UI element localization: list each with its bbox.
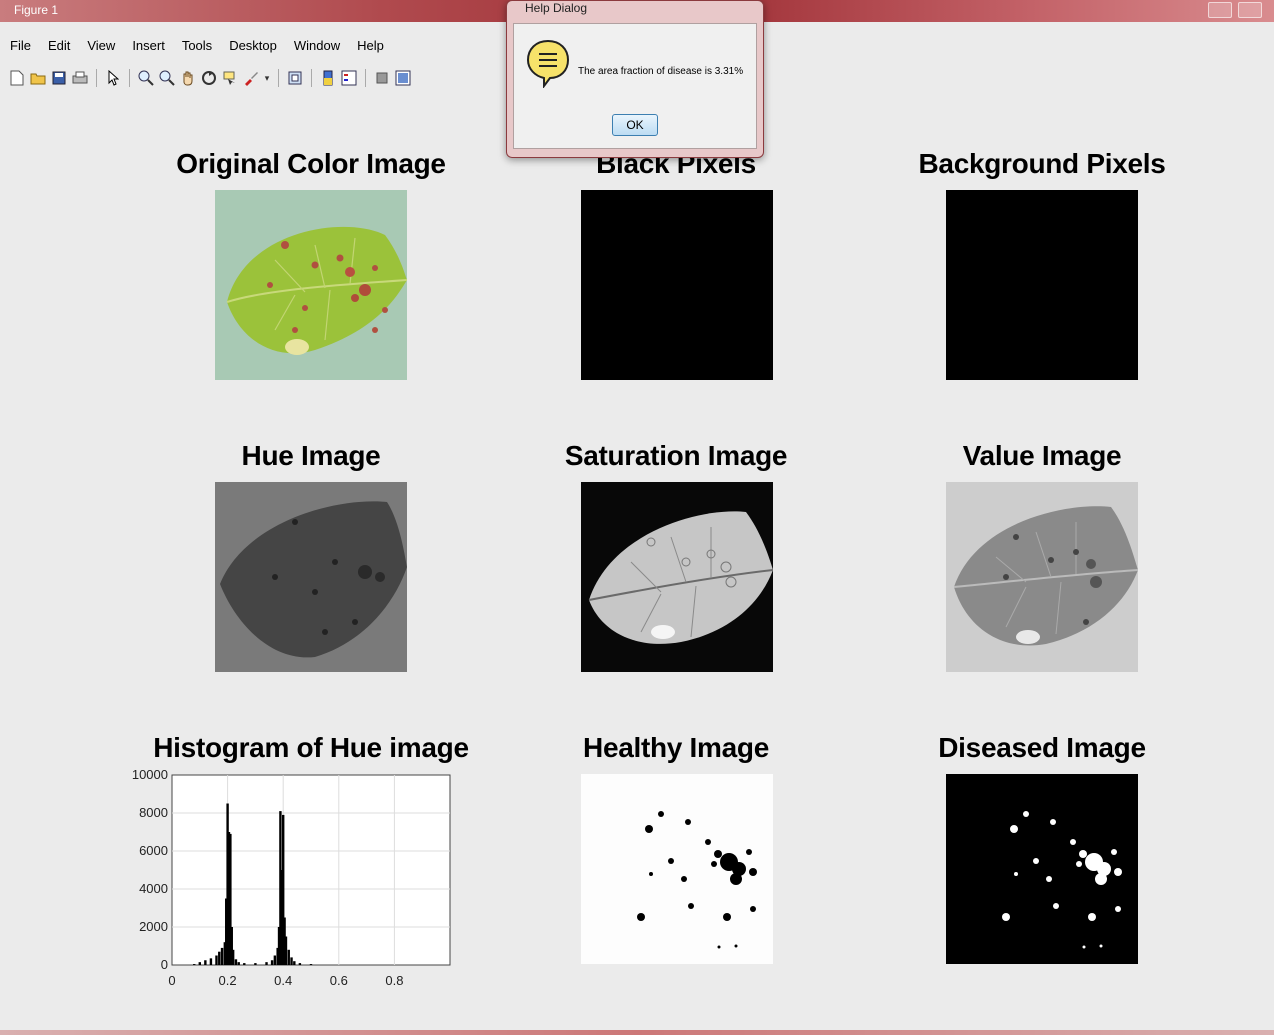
plot-area — [171, 774, 451, 966]
menu-window[interactable]: Window — [284, 34, 347, 56]
histogram-bar — [290, 957, 293, 965]
y-tick-label: 0 — [161, 957, 168, 972]
menu-edit[interactable]: Edit — [38, 34, 77, 56]
dropdown-arrow-icon[interactable]: ▾ — [263, 69, 271, 87]
menu-insert[interactable]: Insert — [122, 34, 172, 56]
window-bottom-border — [0, 1030, 1274, 1035]
toolbar-separator — [311, 69, 312, 87]
dialog-message: The area fraction of disease is 3.31% — [578, 66, 744, 77]
histogram-bar — [193, 964, 196, 965]
new-figure-icon[interactable] — [8, 69, 26, 87]
dialog-title: Help Dialog — [525, 1, 588, 15]
saturation-image — [581, 482, 773, 672]
original-color-image — [215, 190, 407, 380]
help-dialog: Help Dialog The area fraction of disease… — [506, 0, 764, 158]
histogram-bar — [287, 949, 290, 965]
diseased-image-title: Diseased Image — [938, 732, 1146, 763]
x-tick-label: 0 — [168, 973, 175, 988]
histogram-bar — [231, 949, 235, 965]
brush-icon[interactable] — [242, 69, 260, 87]
pointer-icon[interactable] — [104, 69, 122, 87]
save-icon[interactable] — [50, 69, 68, 87]
ok-button[interactable]: OK — [612, 114, 658, 136]
toolbar-separator — [365, 69, 366, 87]
histogram-bar — [220, 947, 224, 965]
window-title: Figure 1 — [14, 3, 59, 17]
histogram-bar — [293, 961, 296, 965]
histogram-bar — [218, 951, 221, 965]
rotate-icon[interactable] — [200, 69, 218, 87]
show-plot-tools-icon[interactable] — [394, 69, 412, 87]
toolbar-separator — [278, 69, 279, 87]
hue-histogram-chart: 0 0.2 0.4 0.6 0.8 0 2000 4000 6000 8000 10000 — [132, 767, 451, 988]
zoom-out-icon[interactable] — [158, 69, 176, 87]
background-pixels-image — [946, 190, 1138, 380]
menu-tools[interactable]: Tools — [172, 34, 219, 56]
y-tick-label: 6000 — [139, 843, 168, 858]
y-tick-label: 8000 — [139, 805, 168, 820]
x-tick-label: 0.8 — [385, 973, 403, 988]
y-tick-label: 10000 — [132, 767, 168, 782]
value-image — [946, 482, 1138, 672]
y-tick-label: 2000 — [139, 919, 168, 934]
histogram-bar — [204, 960, 207, 965]
black-pixels-image — [581, 190, 773, 380]
saturation-image-title: Saturation Image — [564, 440, 788, 471]
histogram-bar — [273, 955, 277, 965]
histogram-bar — [284, 936, 288, 965]
data-cursor-icon[interactable] — [221, 69, 239, 87]
background-pixels-title: Background Pixels — [918, 148, 1166, 179]
original-image-title: Original Color Image — [176, 148, 446, 179]
zoom-in-icon[interactable] — [137, 69, 155, 87]
x-tick-label: 0.2 — [219, 973, 237, 988]
pan-icon[interactable] — [179, 69, 197, 87]
histogram-bar — [270, 960, 274, 965]
healthy-image — [581, 774, 773, 964]
x-tick-label: 0.4 — [274, 973, 292, 988]
open-file-icon[interactable] — [29, 69, 47, 87]
hue-image-title: Hue Image — [241, 440, 381, 471]
link-icon[interactable] — [286, 69, 304, 87]
histogram-bar — [254, 963, 257, 965]
hide-plot-tools-icon[interactable] — [373, 69, 391, 87]
histogram-title: Histogram of Hue image — [153, 732, 469, 763]
histogram-bar — [237, 962, 240, 965]
legend-icon[interactable] — [340, 69, 358, 87]
menu-file[interactable]: File — [0, 34, 38, 56]
help-speech-icon — [526, 38, 570, 93]
histogram-bar — [298, 963, 302, 965]
histogram-bar — [234, 959, 238, 965]
menu-help[interactable]: Help — [347, 34, 391, 56]
x-tick-label: 0.6 — [330, 973, 348, 988]
y-tick-label: 4000 — [139, 881, 168, 896]
minimize-button[interactable] — [1208, 2, 1232, 18]
menu-desktop[interactable]: Desktop — [219, 34, 284, 56]
maximize-button[interactable] — [1238, 2, 1262, 18]
histogram-bar — [309, 964, 313, 965]
toolbar-separator — [96, 69, 97, 87]
value-image-title: Value Image — [962, 440, 1122, 471]
toolbar-separator — [129, 69, 130, 87]
hue-image — [215, 482, 407, 672]
window-controls — [1208, 2, 1262, 18]
diseased-image — [946, 774, 1138, 964]
histogram-bar — [243, 963, 246, 965]
colorbar-icon[interactable] — [319, 69, 337, 87]
histogram-bar — [209, 958, 213, 965]
menu-view[interactable]: View — [77, 34, 122, 56]
histogram-bar — [198, 962, 201, 965]
histogram-bar — [265, 962, 268, 965]
dialog-body: The area fraction of disease is 3.31% OK — [513, 23, 757, 149]
histogram-bar — [215, 955, 218, 965]
healthy-image-title: Healthy Image — [583, 732, 769, 763]
print-icon[interactable] — [71, 69, 89, 87]
figure-toolbar: ▾ — [8, 64, 412, 92]
